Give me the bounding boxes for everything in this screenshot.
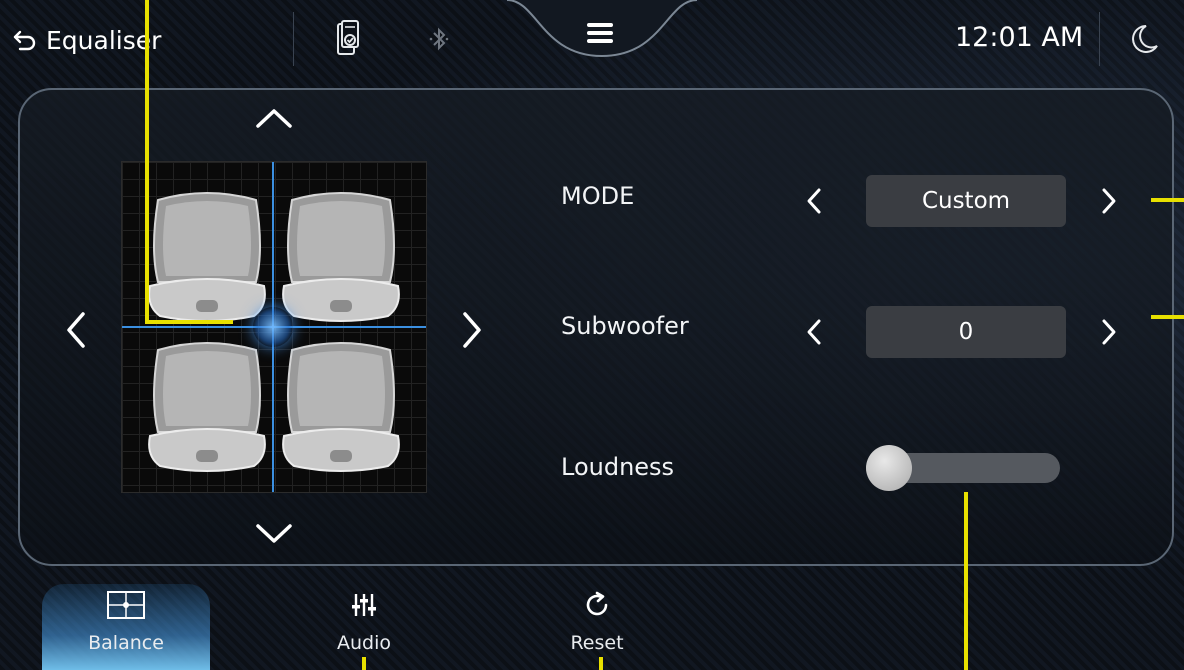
fader-up-button[interactable] (254, 106, 294, 130)
tab-label-audio: Audio (336, 632, 391, 654)
annotation-line (145, 320, 233, 324)
back-arrow-icon (13, 30, 36, 51)
fader-down-button[interactable] (254, 522, 294, 546)
annotation-line (145, 0, 149, 324)
reset-icon (586, 591, 608, 616)
mode-next-button[interactable] (1100, 186, 1118, 216)
tab-reset[interactable]: Reset (527, 584, 667, 670)
bluetooth-icon[interactable] (427, 24, 451, 54)
menu-icon[interactable] (584, 20, 616, 46)
phone-connect-icon[interactable] (335, 20, 361, 58)
seat-front-left-icon (148, 192, 266, 322)
divider (1099, 12, 1100, 66)
loudness-label: Loudness (561, 453, 675, 481)
subwoofer-label: Subwoofer (561, 312, 689, 340)
balance-fader-handle[interactable] (253, 307, 293, 347)
mode-prev-button[interactable] (805, 186, 823, 216)
annotation-line (964, 492, 968, 670)
sliders-icon (352, 594, 376, 616)
seat-front-right-icon (282, 192, 400, 322)
annotation-line (1151, 315, 1184, 319)
chevron-left-icon (807, 188, 821, 214)
chevron-left-icon (807, 319, 821, 345)
balance-fader-grid[interactable] (121, 161, 427, 493)
chevron-down-icon (256, 524, 292, 543)
chevron-left-icon (67, 312, 85, 348)
tab-label-balance: Balance (88, 632, 164, 654)
chevron-right-icon (1102, 188, 1116, 214)
subwoofer-decrease-button[interactable] (805, 317, 823, 347)
chevron-right-icon (463, 312, 481, 348)
annotation-line (362, 657, 366, 670)
subwoofer-value: 0 (866, 306, 1066, 358)
chevron-up-icon (256, 109, 292, 128)
back-button[interactable]: Equaliser (12, 20, 161, 60)
balance-right-button[interactable] (460, 310, 484, 350)
top-bar: Equaliser 12:01 AM (0, 0, 1184, 80)
tab-balance[interactable]: Balance (56, 584, 196, 670)
seat-rear-left-icon (148, 342, 266, 472)
balance-left-button[interactable] (64, 310, 88, 350)
mode-value: Custom (866, 175, 1066, 227)
divider (293, 12, 294, 66)
tab-label-reset: Reset (570, 632, 624, 654)
annotation-line (1151, 198, 1184, 202)
chevron-right-icon (1102, 319, 1116, 345)
night-mode-icon[interactable] (1126, 22, 1160, 56)
subwoofer-increase-button[interactable] (1100, 317, 1118, 347)
mode-label: MODE (561, 182, 635, 210)
balance-grid-icon (107, 591, 145, 619)
loudness-slider-thumb[interactable] (866, 445, 912, 491)
seat-rear-right-icon (282, 342, 400, 472)
clock: 12:01 AM (955, 22, 1084, 53)
annotation-line (599, 657, 603, 670)
